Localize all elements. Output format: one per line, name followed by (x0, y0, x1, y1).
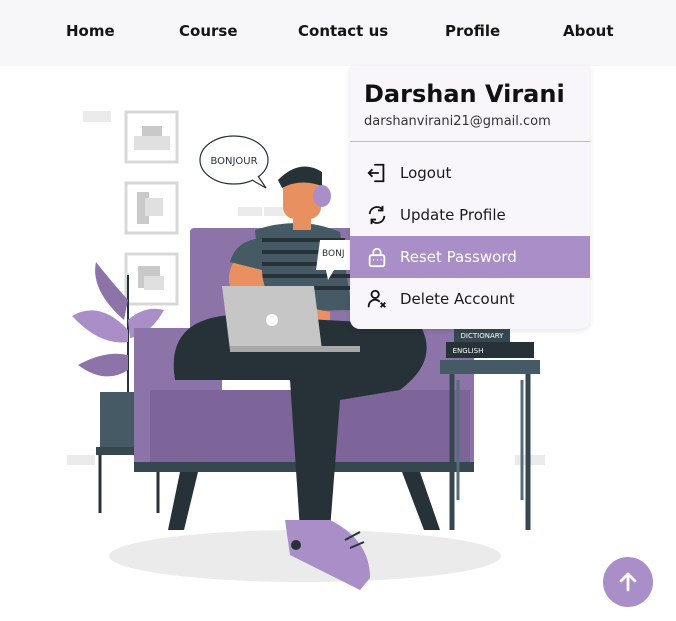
navbar: Home Course Contact us Profile About (0, 0, 676, 66)
reset-password-menu-item[interactable]: Reset Password (350, 236, 590, 278)
reset-password-label: Reset Password (400, 248, 517, 266)
lock-icon (368, 247, 386, 268)
nav-home-link[interactable]: Home (66, 22, 115, 40)
logout-icon (367, 163, 385, 183)
profile-email: darshanvirani21@gmail.com (364, 114, 551, 129)
bonjour-bubble-text: BONJOUR (210, 156, 257, 167)
logout-menu-item[interactable]: Logout (350, 152, 590, 194)
update-profile-label: Update Profile (400, 206, 506, 224)
delete-account-label: Delete Account (400, 290, 515, 308)
profile-dropdown: Darshan Virani darshanvirani21@gmail.com… (350, 66, 590, 329)
profile-name: Darshan Virani (364, 80, 565, 108)
refresh-icon (368, 205, 386, 225)
nav-contact-link[interactable]: Contact us (298, 22, 388, 40)
nav-profile-link[interactable]: Profile (445, 22, 500, 40)
user-remove-icon (367, 289, 386, 308)
nav-about-link[interactable]: About (563, 22, 614, 40)
logout-label: Logout (400, 164, 452, 182)
nav-course-link[interactable]: Course (179, 22, 238, 40)
update-profile-menu-item[interactable]: Update Profile (350, 194, 590, 236)
book-dictionary-text: DICTIONARY (461, 332, 505, 340)
profile-divider (350, 141, 590, 142)
book-english-text: ENGLISH (453, 347, 484, 355)
scroll-to-top-button[interactable] (603, 557, 653, 607)
delete-account-menu-item[interactable]: Delete Account (350, 278, 590, 320)
arrow-up-icon (619, 572, 637, 592)
laptop-bubble-text: BONJ (322, 249, 345, 259)
